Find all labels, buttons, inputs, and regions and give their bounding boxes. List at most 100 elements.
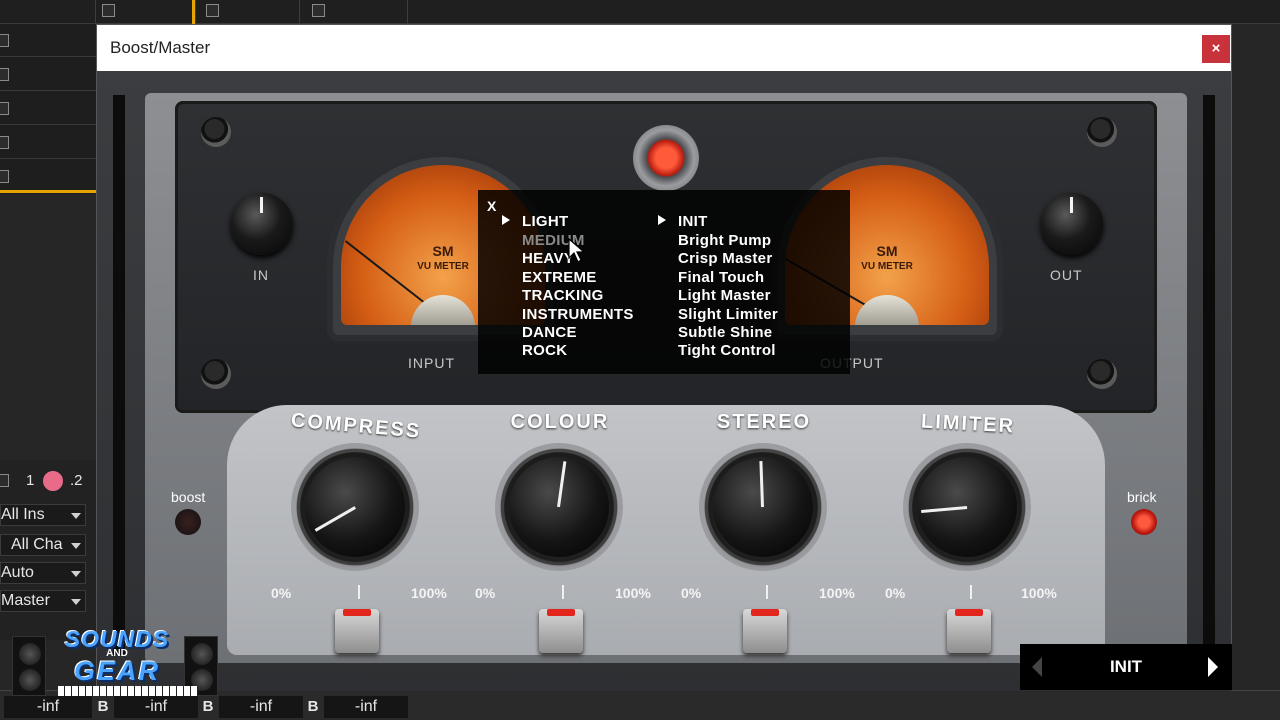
compress-max: 100%	[411, 585, 447, 601]
track-checkbox[interactable]	[0, 34, 9, 47]
track-row[interactable]	[0, 92, 96, 125]
automation-select-value: Auto	[1, 564, 34, 581]
submenu-arrow-icon	[502, 215, 510, 225]
limiter-knob[interactable]	[903, 443, 1031, 571]
limiter-min: 0%	[885, 585, 906, 601]
preset-name[interactable]: INIT	[1020, 657, 1232, 677]
track-row[interactable]	[0, 126, 96, 159]
chevron-down-icon	[71, 571, 81, 577]
in-label: IN	[253, 267, 269, 283]
power-led	[633, 125, 699, 191]
menu-item-extreme[interactable]: EXTREME	[522, 269, 597, 287]
input-select[interactable]: All Ins	[0, 504, 86, 526]
output-select[interactable]: Master	[0, 590, 86, 612]
menu-item-heavy[interactable]: HEAVY	[522, 250, 574, 268]
meter-tag: B	[97, 698, 109, 715]
center-tick	[970, 585, 972, 599]
brick-label: brick	[1127, 489, 1157, 505]
knob-cap	[713, 457, 813, 557]
track-checkbox[interactable]	[206, 4, 219, 17]
switch-led	[547, 609, 575, 616]
boost-led[interactable]	[175, 509, 201, 535]
preset-bar: INIT	[1020, 644, 1232, 690]
knob-indicator	[1070, 197, 1073, 213]
section-title-colour: COLOUR	[510, 411, 610, 433]
menu-item-dance[interactable]: DANCE	[522, 324, 577, 342]
limiter-max: 100%	[1021, 585, 1057, 601]
output-knob[interactable]	[1041, 193, 1103, 255]
channel-select[interactable]: All Cha	[0, 534, 86, 556]
window-titlebar[interactable]: Boost/Master ×	[97, 25, 1231, 71]
speaker-cone	[19, 643, 41, 665]
brick-led[interactable]	[1131, 509, 1157, 535]
plugin-body: IN OUT SM VU METER SM VU METER INPUT OUT…	[97, 71, 1231, 691]
preset-item-crisp-master[interactable]: Crisp Master	[678, 250, 772, 268]
meter-tag: B	[202, 698, 214, 715]
preset-menu: X LIGHT MEDIUM HEAVY EXTREME TRACKING IN…	[478, 190, 850, 374]
preset-item-final-touch[interactable]: Final Touch	[678, 269, 764, 287]
colour-knob[interactable]	[495, 443, 623, 571]
stereo-max: 100%	[819, 585, 855, 601]
close-button[interactable]: ×	[1202, 35, 1230, 63]
daw-cell	[0, 0, 96, 24]
preset-item-light-master[interactable]: Light Master	[678, 287, 771, 305]
preset-item-init[interactable]: INIT	[678, 213, 708, 231]
compress-switch[interactable]	[335, 609, 379, 653]
track-checkbox[interactable]	[312, 4, 325, 17]
sounds-and-gear-logo: SOUNDS AND GEAR	[12, 626, 218, 698]
stereo-knob[interactable]	[699, 443, 827, 571]
menu-item-light[interactable]: LIGHT	[522, 213, 569, 231]
track-row[interactable]	[0, 58, 96, 91]
screw-icon	[1087, 359, 1117, 389]
limiter-switch[interactable]	[947, 609, 991, 653]
center-tick	[766, 585, 768, 599]
menu-item-rock[interactable]: ROCK	[522, 342, 567, 360]
preset-item-subtle-shine[interactable]: Subtle Shine	[678, 324, 772, 342]
speaker-cone	[19, 669, 41, 691]
playhead-marker	[192, 0, 195, 24]
channel-select-value: All Cha	[11, 536, 63, 553]
next-preset-icon[interactable]	[1208, 657, 1218, 677]
menu-item-tracking[interactable]: TRACKING	[522, 287, 604, 305]
colour-switch[interactable]	[539, 609, 583, 653]
boost-label: boost	[171, 489, 206, 505]
preset-item-bright-pump[interactable]: Bright Pump	[678, 232, 771, 250]
section-title-stereo: STEREO	[716, 411, 812, 433]
chevron-down-icon	[71, 543, 81, 549]
page-number: 1	[26, 472, 35, 489]
switch-led	[343, 609, 371, 616]
meter-readout: -inf	[114, 696, 198, 718]
vu-hub	[855, 295, 919, 325]
input-knob[interactable]	[231, 193, 293, 255]
menu-item-instruments[interactable]: INSTRUMENTS	[522, 306, 634, 324]
automation-select[interactable]: Auto	[0, 562, 86, 584]
chevron-down-icon	[71, 513, 81, 519]
switch-led	[751, 609, 779, 616]
channel-panel: 1 .2 All Ins All Cha Auto Master	[0, 460, 96, 640]
track-checkbox[interactable]	[0, 170, 9, 183]
record-knob[interactable]	[42, 470, 64, 492]
page-number: .2	[70, 472, 83, 489]
screw-icon	[201, 359, 231, 389]
track-checkbox[interactable]	[0, 102, 9, 115]
stereo-switch[interactable]	[743, 609, 787, 653]
center-tick	[562, 585, 564, 599]
compress-knob[interactable]	[291, 443, 419, 571]
track-checkbox[interactable]	[0, 136, 9, 149]
close-icon: ×	[1211, 40, 1221, 57]
track-checkbox[interactable]	[102, 4, 115, 17]
left-rail	[113, 95, 125, 655]
track-row[interactable]	[0, 160, 96, 193]
meter-readout: -inf	[4, 696, 92, 718]
track-checkbox[interactable]	[0, 68, 9, 81]
preset-item-tight-control[interactable]: Tight Control	[678, 342, 776, 360]
meter-readout: -inf	[219, 696, 303, 718]
menu-close-button[interactable]: X	[487, 198, 496, 214]
colour-min: 0%	[475, 585, 496, 601]
loop-marker	[0, 190, 96, 193]
submenu-arrow-icon	[658, 215, 666, 225]
logo-word-gear: GEAR	[73, 656, 160, 686]
preset-item-slight-limiter[interactable]: Slight Limiter	[678, 306, 778, 324]
track-row[interactable]	[0, 24, 96, 57]
channel-checkbox[interactable]	[0, 474, 9, 487]
